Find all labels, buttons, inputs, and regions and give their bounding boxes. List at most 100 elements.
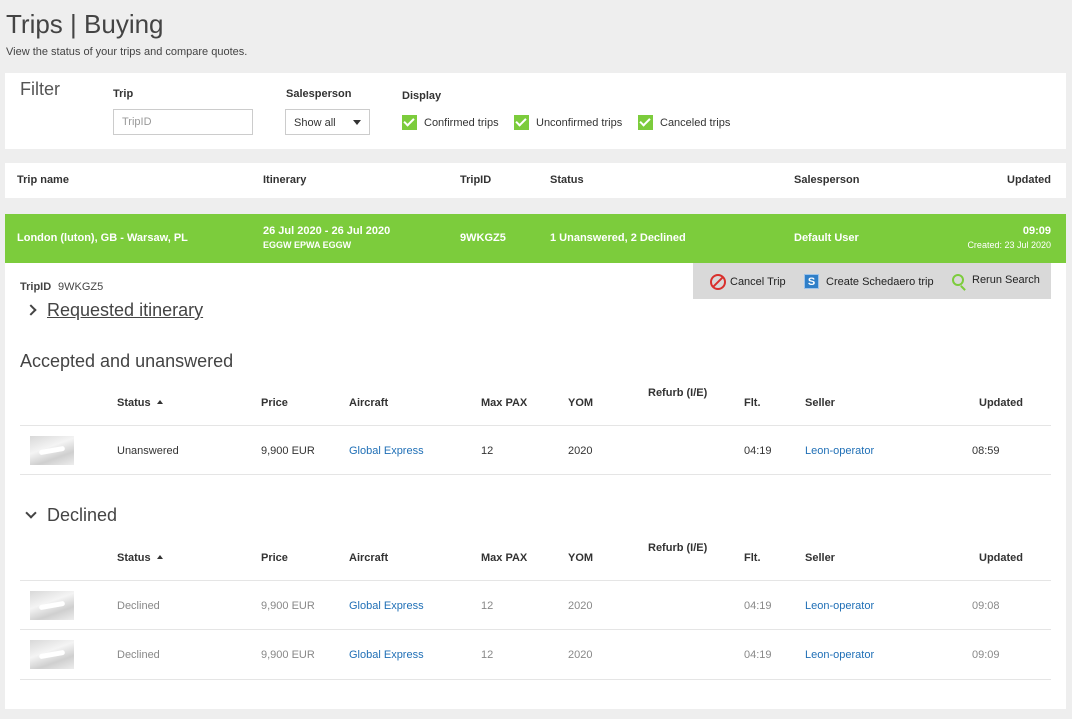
quote-header-status[interactable]: Status <box>117 552 163 564</box>
trip-dates: 26 Jul 2020 - 26 Jul 2020 <box>263 225 391 237</box>
quote-seller-link[interactable]: Leon-operator <box>805 445 874 457</box>
filter-panel: Filter Trip Salesperson Show all Display… <box>5 73 1066 149</box>
quote-header-yom[interactable]: YOM <box>568 397 593 409</box>
chevron-down-icon[interactable] <box>25 507 37 519</box>
requested-itinerary-toggle[interactable]: Requested itinerary <box>47 300 203 321</box>
chevron-down-icon <box>353 120 361 125</box>
trip-route: EGGW EPWA EGGW <box>263 240 352 250</box>
quote-yom: 2020 <box>568 445 593 457</box>
sort-ascending-icon <box>156 555 163 559</box>
canceled-trips-checkbox[interactable]: Canceled trips <box>638 115 730 130</box>
quote-row[interactable]: Declined 9,900 EUR Global Express 12 202… <box>20 630 1051 680</box>
aircraft-thumbnail <box>30 591 74 620</box>
page-title: Trips | Buying <box>6 9 164 39</box>
trip-filter-label: Trip <box>113 88 134 100</box>
quote-header-status[interactable]: Status <box>117 397 163 409</box>
quote-yom: 2020 <box>568 649 593 661</box>
detail-tripid-value: 9WKGZ5 <box>58 281 104 293</box>
column-header-tripid[interactable]: TripID <box>460 174 491 186</box>
filter-title: Filter <box>20 79 60 99</box>
quote-updated: 09:09 <box>972 649 1000 661</box>
checkbox-label: Unconfirmed trips <box>536 116 623 129</box>
quote-header-max-pax[interactable]: Max PAX <box>481 552 527 564</box>
trip-detail-panel: TripID 9WKGZ5 Cancel Trip S Create Sched… <box>5 263 1066 709</box>
create-schedaero-label: Create Schedaero trip <box>826 275 934 288</box>
quote-aircraft-link[interactable]: Global Express <box>349 600 424 612</box>
cancel-trip-button[interactable]: Cancel Trip <box>710 274 786 290</box>
column-header-updated[interactable]: Updated <box>1007 174 1051 186</box>
rerun-search-button[interactable]: Rerun Search <box>952 274 1040 286</box>
declined-section-toggle[interactable]: Declined <box>47 505 117 526</box>
unconfirmed-trips-checkbox[interactable]: Unconfirmed trips <box>514 115 622 130</box>
sort-ascending-icon <box>156 400 163 404</box>
checkbox-label: Confirmed trips <box>424 116 499 129</box>
rerun-search-label: Rerun Search <box>972 274 1040 286</box>
quote-header-aircraft[interactable]: Aircraft <box>349 552 388 564</box>
quote-header-refurb[interactable]: Refurb (I/E) <box>648 542 707 554</box>
quote-yom: 2020 <box>568 600 593 612</box>
column-header-itinerary[interactable]: Itinerary <box>263 174 306 186</box>
quote-flt: 04:19 <box>744 600 772 612</box>
quote-flt: 04:19 <box>744 445 772 457</box>
quote-seller-link[interactable]: Leon-operator <box>805 600 874 612</box>
quote-row[interactable]: Unanswered 9,900 EUR Global Express 12 2… <box>20 425 1051 475</box>
quote-status: Declined <box>117 600 160 612</box>
aircraft-thumbnail <box>30 640 74 669</box>
trip-id: 9WKGZ5 <box>460 232 506 244</box>
confirmed-trips-checkbox[interactable]: Confirmed trips <box>402 115 499 130</box>
create-schedaero-trip-button[interactable]: S Create Schedaero trip <box>804 274 934 289</box>
trip-actions-toolbar: Cancel Trip S Create Schedaero trip Reru… <box>693 263 1051 299</box>
quote-max-pax: 12 <box>481 445 494 457</box>
cancel-trip-label: Cancel Trip <box>730 276 786 288</box>
quote-header-yom[interactable]: YOM <box>568 552 593 564</box>
page-subtitle: View the status of your trips and compar… <box>6 46 248 58</box>
quote-row[interactable]: Declined 9,900 EUR Global Express 12 202… <box>20 580 1051 630</box>
trip-name: London (luton), GB - Warsaw, PL <box>17 232 188 244</box>
quote-header-aircraft[interactable]: Aircraft <box>349 397 388 409</box>
detail-tripid-label: TripID <box>20 281 52 293</box>
quote-status: Declined <box>117 649 160 661</box>
quote-header-price[interactable]: Price <box>261 552 288 564</box>
trip-updated-time: 09:09 <box>1022 225 1051 237</box>
quote-flt: 04:19 <box>744 649 772 661</box>
quote-header-seller[interactable]: Seller <box>805 397 835 409</box>
quote-aircraft-link[interactable]: Global Express <box>349 649 424 661</box>
quote-status: Unanswered <box>117 445 179 457</box>
trips-table-header: Trip name Itinerary TripID Status Salesp… <box>5 163 1066 198</box>
quote-aircraft-link[interactable]: Global Express <box>349 445 424 457</box>
salesperson-select[interactable]: Show all <box>285 109 370 135</box>
quote-header-price[interactable]: Price <box>261 397 288 409</box>
column-header-status[interactable]: Status <box>550 174 584 186</box>
salesperson-select-value: Show all <box>294 117 336 129</box>
schedaero-icon: S <box>804 274 819 289</box>
chevron-right-icon[interactable] <box>25 304 37 316</box>
quote-price: 9,900 EUR <box>261 600 315 612</box>
quote-updated: 09:08 <box>972 600 1000 612</box>
quote-header-flt[interactable]: Flt. <box>744 397 761 409</box>
quote-header-updated[interactable]: Updated <box>979 397 1023 409</box>
checkmark-icon <box>638 115 653 130</box>
quote-header-refurb[interactable]: Refurb (I/E) <box>648 387 707 399</box>
quote-header-flt[interactable]: Flt. <box>744 552 761 564</box>
trip-created-date: Created: 23 Jul 2020 <box>967 240 1051 250</box>
quote-header-max-pax[interactable]: Max PAX <box>481 397 527 409</box>
quote-header-seller[interactable]: Seller <box>805 552 835 564</box>
checkbox-label: Canceled trips <box>660 116 731 129</box>
display-filter-label: Display <box>402 90 442 102</box>
accepted-section-title: Accepted and unanswered <box>20 351 234 371</box>
search-icon <box>952 274 964 286</box>
salesperson-filter-label: Salesperson <box>286 88 352 100</box>
quote-price: 9,900 EUR <box>261 649 315 661</box>
quote-seller-link[interactable]: Leon-operator <box>805 649 874 661</box>
quote-price: 9,900 EUR <box>261 445 315 457</box>
trip-row-selected[interactable]: London (luton), GB - Warsaw, PL 26 Jul 2… <box>5 214 1066 263</box>
quote-max-pax: 12 <box>481 649 494 661</box>
trip-salesperson: Default User <box>794 232 859 244</box>
column-header-salesperson[interactable]: Salesperson <box>794 174 859 186</box>
quote-max-pax: 12 <box>481 600 494 612</box>
checkmark-icon <box>402 115 417 130</box>
trip-id-input[interactable] <box>113 109 253 135</box>
column-header-trip-name[interactable]: Trip name <box>17 174 69 186</box>
quote-header-updated[interactable]: Updated <box>979 552 1023 564</box>
cancel-icon <box>710 274 726 290</box>
